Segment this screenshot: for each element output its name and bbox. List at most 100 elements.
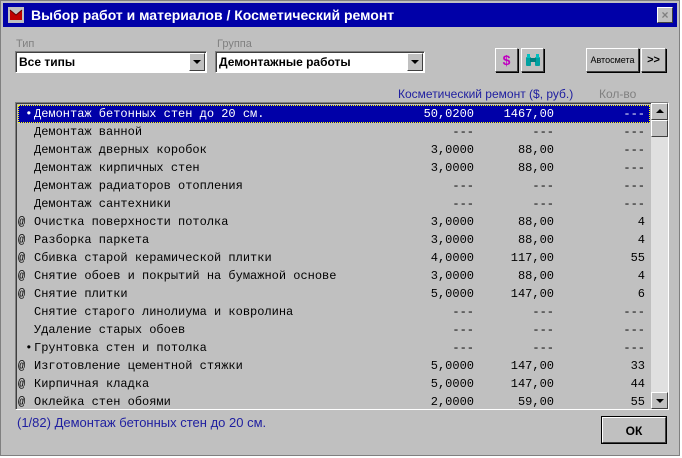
list-item[interactable]: Снятие старого линолиума и ковролина --- -… bbox=[18, 303, 650, 321]
list-item[interactable]: Демонтаж дверных коробок 3,0000 88,00 --- bbox=[18, 141, 650, 159]
dollar-icon: $ bbox=[502, 52, 511, 68]
row-mark: @ bbox=[18, 395, 26, 409]
dialog-window: Выбор работ и материалов / Косметический… bbox=[0, 0, 680, 456]
row-name: Демонтаж сантехники bbox=[34, 197, 171, 211]
row-mark: • bbox=[18, 107, 33, 121]
row-cost: --- bbox=[532, 323, 554, 337]
row-qty: --- bbox=[623, 161, 645, 175]
row-cost: 147,00 bbox=[510, 359, 554, 373]
row-price: --- bbox=[452, 341, 474, 355]
group-label: Группа bbox=[217, 38, 252, 50]
list-item[interactable]: • Грунтовка стен и потолка --- --- --- bbox=[18, 339, 650, 357]
binoculars-icon bbox=[526, 54, 540, 66]
row-mark: @ bbox=[18, 359, 26, 373]
row-mark: @ bbox=[18, 287, 26, 301]
row-mark: @ bbox=[18, 377, 26, 391]
qty-column-header: Кол-во bbox=[599, 87, 637, 101]
works-list[interactable]: • Демонтаж бетонных стен до 20 см. 50,0200… bbox=[15, 102, 669, 410]
list-item[interactable]: @ Разборка паркета 3,0000 88,00 4 bbox=[18, 231, 650, 249]
row-cost: 88,00 bbox=[517, 161, 554, 175]
row-mark: @ bbox=[18, 233, 26, 247]
row-qty: 33 bbox=[630, 359, 645, 373]
autosmeta-button[interactable]: Автосмета bbox=[586, 48, 639, 72]
row-cost: 88,00 bbox=[517, 269, 554, 283]
scroll-thumb[interactable] bbox=[651, 120, 668, 137]
row-cost: 117,00 bbox=[510, 251, 554, 265]
row-cost: 147,00 bbox=[510, 377, 554, 391]
group-select[interactable]: Демонтажные работы bbox=[215, 51, 425, 73]
row-price: 3,0000 bbox=[430, 233, 474, 247]
list-item[interactable]: Демонтаж ванной --- --- --- bbox=[18, 123, 650, 141]
list-item[interactable]: @ Изготовление цементной стяжки 5,0000 147,… bbox=[18, 357, 650, 375]
list-item[interactable]: Демонтаж кирпичных стен 3,0000 88,00 --- bbox=[18, 159, 650, 177]
list-item-selected[interactable]: • Демонтаж бетонных стен до 20 см. 50,0200… bbox=[18, 105, 650, 123]
list-item[interactable]: @ Сбивка старой керамической плитки 4,0000… bbox=[18, 249, 650, 267]
row-cost: 59,00 bbox=[517, 395, 554, 409]
currency-button[interactable]: $ bbox=[495, 48, 518, 72]
row-qty: --- bbox=[623, 179, 645, 193]
row-mark: • bbox=[18, 341, 33, 355]
close-button[interactable]: × bbox=[657, 7, 673, 23]
row-price: 3,0000 bbox=[430, 269, 474, 283]
row-name: Снятие обоев и покрытий на бумажной осно… bbox=[34, 269, 337, 283]
type-dropdown-arrow-icon[interactable] bbox=[189, 53, 205, 71]
row-name: Демонтаж кирпичных стен bbox=[34, 161, 200, 175]
row-cost: 88,00 bbox=[517, 215, 554, 229]
row-name: Демонтаж ванной bbox=[34, 125, 143, 139]
row-price: 2,0000 bbox=[430, 395, 474, 409]
row-name: Удаление старых обоев bbox=[34, 323, 186, 337]
list-item[interactable]: @ Кирпичная кладка 5,0000 147,00 44 bbox=[18, 375, 650, 393]
next-label: >> bbox=[647, 54, 660, 66]
list-item[interactable]: @ Оклейка стен обоями 2,0000 59,00 55 bbox=[18, 393, 650, 409]
row-price: 5,0000 bbox=[430, 287, 474, 301]
row-qty: 6 bbox=[637, 287, 645, 301]
row-qty: 44 bbox=[630, 377, 645, 391]
group-dropdown-arrow-icon[interactable] bbox=[407, 53, 423, 71]
vertical-scrollbar[interactable] bbox=[651, 103, 668, 409]
row-price: 50,0200 bbox=[423, 107, 474, 121]
row-qty: 55 bbox=[630, 251, 645, 265]
type-select[interactable]: Все типы bbox=[15, 51, 207, 73]
row-name: Демонтаж бетонных стен до 20 см. bbox=[34, 107, 265, 121]
row-price: --- bbox=[452, 305, 474, 319]
row-qty: --- bbox=[623, 323, 645, 337]
row-price: 4,0000 bbox=[430, 251, 474, 265]
row-cost: --- bbox=[532, 197, 554, 211]
row-name: Сбивка старой керамической плитки bbox=[34, 251, 272, 265]
repair-column-header: Косметический ремонт ($, руб.) bbox=[398, 87, 574, 101]
scroll-up-arrow-icon[interactable] bbox=[651, 103, 668, 120]
row-price: 3,0000 bbox=[430, 215, 474, 229]
row-qty: --- bbox=[623, 143, 645, 157]
next-button[interactable]: >> bbox=[641, 48, 666, 72]
type-label: Тип bbox=[16, 38, 35, 50]
ok-button[interactable]: ОК bbox=[601, 416, 667, 444]
row-mark: @ bbox=[18, 215, 26, 229]
scroll-down-arrow-icon[interactable] bbox=[651, 392, 668, 409]
row-qty: --- bbox=[623, 341, 645, 355]
autosmeta-label: Автосмета bbox=[590, 55, 635, 65]
row-cost: 88,00 bbox=[517, 143, 554, 157]
type-select-value: Все типы bbox=[19, 55, 76, 69]
row-qty: --- bbox=[623, 125, 645, 139]
window-title: Выбор работ и материалов / Косметический… bbox=[31, 7, 395, 23]
search-button[interactable] bbox=[521, 48, 544, 72]
row-mark: @ bbox=[18, 269, 26, 283]
list-item[interactable]: @ Очистка поверхности потолка 3,0000 88,00 4 bbox=[18, 213, 650, 231]
list-item[interactable]: Демонтаж радиаторов отопления --- --- --- bbox=[18, 177, 650, 195]
row-qty: --- bbox=[623, 197, 645, 211]
row-qty: --- bbox=[623, 107, 645, 121]
row-cost: 147,00 bbox=[510, 287, 554, 301]
row-name: Снятие плитки bbox=[34, 287, 128, 301]
row-price: --- bbox=[452, 197, 474, 211]
row-name: Грунтовка стен и потолка bbox=[34, 341, 207, 355]
row-name: Кирпичная кладка bbox=[34, 377, 150, 391]
list-item[interactable]: Удаление старых обоев --- --- --- bbox=[18, 321, 650, 339]
row-cost: --- bbox=[532, 179, 554, 193]
row-cost: 88,00 bbox=[517, 233, 554, 247]
list-item[interactable]: @ Снятие обоев и покрытий на бумажной осн… bbox=[18, 267, 650, 285]
app-logo-icon bbox=[8, 7, 24, 23]
row-name: Демонтаж радиаторов отопления bbox=[34, 179, 243, 193]
list-item[interactable]: Демонтаж сантехники --- --- --- bbox=[18, 195, 650, 213]
list-item[interactable]: @ Снятие плитки 5,0000 147,00 6 bbox=[18, 285, 650, 303]
title-bar[interactable]: Выбор работ и материалов / Косметический… bbox=[3, 3, 677, 27]
